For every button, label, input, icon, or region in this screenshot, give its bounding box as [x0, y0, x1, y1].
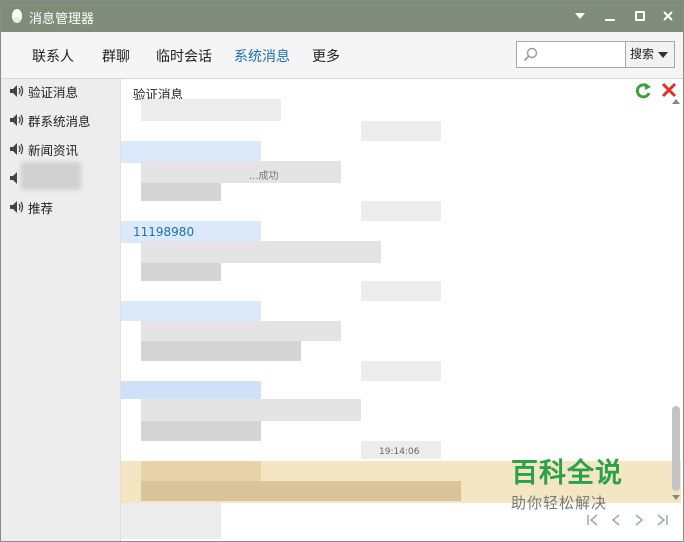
sidebar-item-label: 推荐 — [28, 200, 54, 216]
sidebar-item-label: 群系统消息 — [28, 113, 91, 129]
redacted-block — [141, 99, 281, 121]
sidebar-item-label: 新闻资讯 — [28, 142, 79, 158]
minimize-icon — [605, 19, 615, 21]
watermark-title: 百科全说 — [511, 458, 623, 489]
minimize-button[interactable] — [599, 5, 621, 27]
redacted-block — [361, 361, 441, 381]
redacted-block — [141, 263, 221, 281]
first-page-icon[interactable] — [586, 513, 600, 531]
redacted-block — [141, 461, 261, 481]
watermark-subtitle: 助你轻松解决 — [511, 494, 608, 512]
message-manager-window: 消息管理器 联系人 群聊 临时会话 系统消息 更多 搜索 验证消息 群系统消息 … — [0, 0, 684, 542]
tab-contacts[interactable]: 联系人 — [32, 46, 74, 66]
sender-id-link[interactable]: 11198980 — [133, 225, 194, 239]
tab-temporary-chat[interactable]: 临时会话 — [156, 46, 212, 66]
chevron-down-icon — [658, 52, 668, 58]
redacted-block — [141, 341, 301, 361]
tab-group-chat[interactable]: 群聊 — [102, 46, 130, 66]
redacted-block — [141, 161, 341, 183]
redacted-block — [141, 399, 361, 421]
previous-page-icon[interactable] — [609, 513, 623, 531]
maximize-button[interactable] — [629, 5, 651, 27]
scroll-down-arrow-icon[interactable] — [672, 495, 680, 500]
sidebar-item-verification[interactable]: 验证消息 — [9, 81, 78, 101]
pagination — [586, 513, 669, 531]
sidebar-item-label: 验证消息 — [28, 84, 79, 100]
redacted-block — [121, 503, 221, 539]
sidebar-item-group-system[interactable]: 群系统消息 — [9, 110, 91, 130]
message-fragment: ...成功 — [249, 171, 279, 182]
sidebar-item-recommended[interactable]: 推荐 — [9, 197, 53, 217]
window-title: 消息管理器 — [29, 12, 95, 27]
delete-icon[interactable] — [661, 82, 677, 98]
message-time: 19:14:06 — [379, 447, 420, 457]
refresh-icon[interactable] — [633, 81, 653, 101]
redacted-block — [141, 321, 341, 341]
speaker-icon — [10, 114, 24, 126]
search-button[interactable]: 搜索 — [625, 42, 674, 67]
speaker-icon — [10, 85, 24, 97]
speaker-icon — [10, 201, 24, 213]
sidebar-item-news[interactable]: 新闻资讯 — [9, 139, 78, 159]
tab-system-messages[interactable]: 系统消息 — [234, 46, 290, 66]
sidebar-item-hidden[interactable] — [9, 162, 81, 190]
sidebar: 验证消息 群系统消息 新闻资讯 推荐 — [1, 79, 121, 541]
redacted-block — [141, 421, 261, 441]
speaker-icon — [10, 143, 24, 155]
vertical-scrollbar[interactable] — [671, 99, 683, 503]
redacted-block — [141, 183, 221, 201]
search-icon — [523, 47, 538, 62]
maximize-icon — [635, 11, 645, 21]
category-tab-bar: 联系人 群聊 临时会话 系统消息 更多 搜索 — [1, 32, 683, 79]
redacted-block — [361, 201, 441, 221]
search-box: 搜索 — [516, 41, 675, 68]
search-button-label: 搜索 — [630, 47, 655, 61]
redacted-block — [361, 281, 441, 301]
last-page-icon[interactable] — [655, 513, 669, 531]
search-input[interactable] — [543, 44, 627, 65]
tab-more[interactable]: 更多 — [312, 46, 340, 66]
title-bar: 消息管理器 — [1, 1, 683, 32]
redacted-block — [141, 241, 381, 263]
redacted-block — [141, 481, 461, 501]
scroll-thumb[interactable] — [672, 406, 680, 491]
triangle-down-icon — [575, 13, 585, 19]
redacted-sender — [121, 381, 261, 399]
close-icon — [663, 11, 673, 21]
watermark: 百科全说 助你轻松解决 — [511, 451, 641, 513]
qq-penguin-icon — [12, 9, 22, 23]
close-window-button[interactable] — [657, 5, 679, 27]
dropdown-menu-button[interactable] — [569, 5, 591, 27]
scroll-up-arrow-icon[interactable] — [672, 99, 680, 104]
redacted-sender — [121, 301, 261, 321]
redacted-block — [361, 121, 441, 141]
redacted-sender — [121, 141, 261, 163]
redacted-label — [21, 162, 81, 190]
next-page-icon[interactable] — [632, 513, 646, 531]
